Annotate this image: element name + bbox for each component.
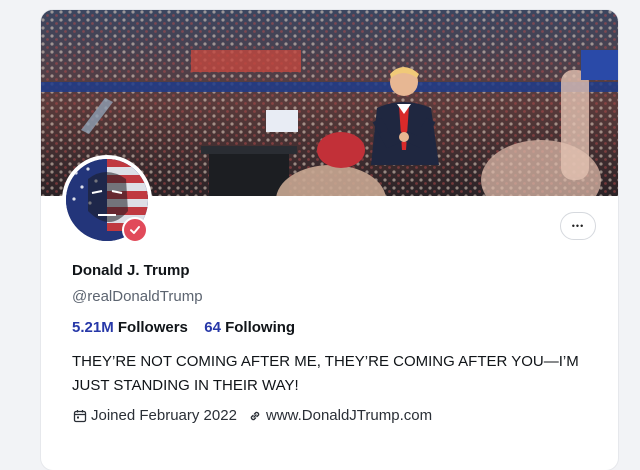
profile-bio: THEY’RE NOT COMING AFTER ME, THEY’RE COM…: [72, 353, 579, 394]
profile-meta: Joined February 2022 www.DonaldJTrump.co…: [72, 407, 432, 424]
user-handle: @realDonaldTrump: [72, 288, 203, 305]
followers-link[interactable]: 5.21M Followers: [72, 319, 192, 336]
profile-card: ••• Donald J. Trump @realDonaldTrump 5.2…: [41, 10, 618, 470]
more-options-button[interactable]: •••: [560, 212, 596, 240]
follow-stats: 5.21M Followers 64 Following: [72, 319, 295, 336]
following-link[interactable]: 64 Following: [204, 319, 295, 336]
followers-count: 5.21M: [72, 319, 114, 336]
followers-label: Followers: [117, 319, 188, 336]
verified-badge-icon: [122, 217, 148, 243]
joined-date: Joined February 2022: [91, 407, 237, 424]
link-icon: [247, 408, 263, 424]
calendar-icon: [72, 408, 88, 424]
website-link[interactable]: www.DonaldJTrump.com: [266, 407, 432, 424]
following-count: 64: [204, 319, 221, 336]
following-label: Following: [225, 319, 296, 336]
display-name: Donald J. Trump: [72, 262, 190, 279]
more-horizontal-icon: •••: [571, 221, 585, 231]
